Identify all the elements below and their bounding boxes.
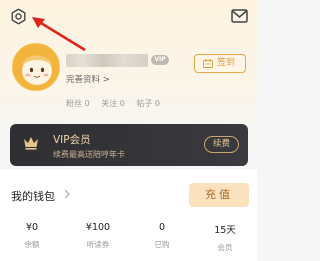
vip-subtitle: 续费最高送陪哼年卡: [53, 150, 125, 159]
wallet-membership-value: 15天: [214, 225, 236, 236]
wallet-membership-label: 会员: [217, 243, 233, 252]
wallet-purchased-value: 0: [158, 222, 166, 233]
wallet-section: 我的钱包 充值 ¥0 余额 ¥100 听读券 0 已购 15天 会员: [0, 170, 257, 261]
profile-stats: 粉丝 0 关注 0 帖子 0: [66, 98, 169, 109]
wallet-title[interactable]: 我的钱包: [11, 188, 55, 204]
wallet-balance-value: ¥0: [25, 222, 39, 233]
gear-icon[interactable]: [10, 8, 27, 25]
stat-posts-value: 0: [154, 99, 161, 108]
stat-fans-label: 粉丝: [66, 99, 82, 108]
wallet-purchased-label: 已购: [154, 240, 170, 249]
recharge-button[interactable]: 充值: [189, 183, 249, 207]
stat-following[interactable]: 关注 0: [101, 99, 125, 108]
checkin-button[interactable]: 签到: [194, 54, 246, 73]
checkin-label: 签到: [217, 58, 236, 68]
mail-icon[interactable]: [231, 9, 248, 23]
vip-badge: VIP: [151, 55, 169, 65]
wallet-voucher-label: 听读券: [86, 240, 110, 249]
vip-title: VIP会员: [53, 134, 91, 146]
calendar-icon: [203, 59, 213, 68]
stat-posts[interactable]: 帖子 0: [136, 99, 160, 108]
stat-fans[interactable]: 粉丝 0: [66, 99, 90, 108]
renew-button[interactable]: 续费: [204, 136, 239, 153]
stat-following-label: 关注: [101, 99, 118, 108]
wallet-balance[interactable]: ¥0 余额: [7, 222, 57, 250]
wallet-membership[interactable]: 15天 会员: [200, 222, 250, 253]
stat-following-value: 0: [119, 99, 125, 108]
stat-posts-label: 帖子: [136, 99, 153, 108]
avatar-illustration: [13, 44, 59, 90]
complete-profile-link[interactable]: 完善资料 >: [66, 73, 110, 85]
chevron-right-icon[interactable]: [64, 189, 70, 199]
wallet-voucher[interactable]: ¥100 听读券: [73, 222, 123, 250]
vip-card[interactable]: VIP会员 续费最高送陪哼年卡 续费: [10, 124, 248, 166]
avatar[interactable]: [12, 43, 60, 91]
wallet-voucher-value: ¥100: [85, 222, 111, 233]
wallet-balance-label: 余额: [24, 240, 40, 249]
wallet-purchased[interactable]: 0 已购: [137, 222, 187, 250]
username-redacted: [66, 54, 148, 67]
crown-icon: [24, 137, 38, 150]
stat-fans-value: 0: [84, 99, 90, 108]
